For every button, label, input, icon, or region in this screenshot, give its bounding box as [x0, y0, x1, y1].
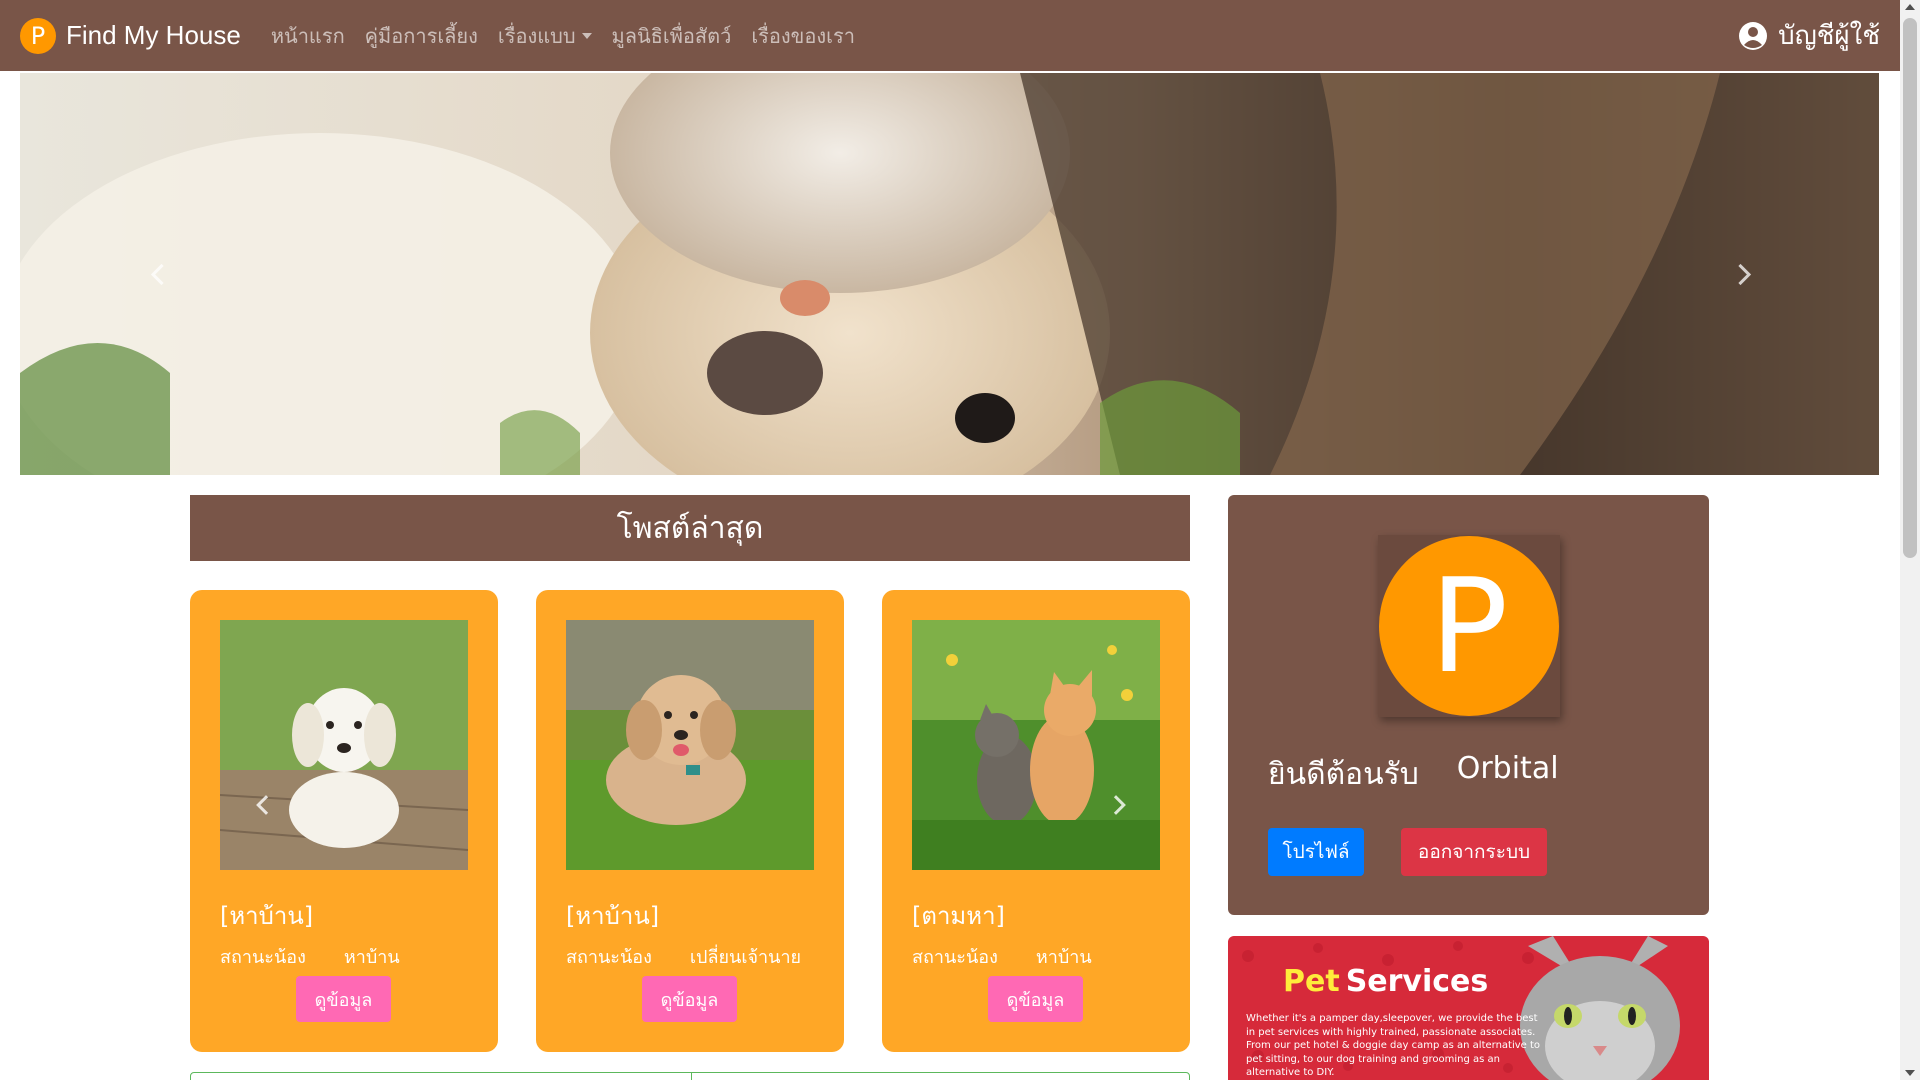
caret-down-icon — [581, 32, 592, 39]
ad-title: Pet Services — [1283, 964, 1488, 999]
post-card-image — [220, 620, 468, 870]
user-circle-icon — [1739, 21, 1768, 50]
pet-services-ad[interactable]: Pet Services Whether it's a pamper day,sl… — [1228, 936, 1709, 1080]
white-puppy-photo — [220, 620, 468, 870]
account-menu[interactable]: บัญชีผู้ใช้ — [1738, 0, 1880, 71]
welcome-message: ยินดีต้อนรับ Orbital — [1268, 751, 1559, 798]
post-status: สถานะน้อง หาบ้าน — [220, 942, 438, 971]
ad-title-services: Services — [1345, 964, 1489, 999]
post-tag: [หาบ้าน] — [566, 902, 660, 930]
nav-item-label: เรื่องแบบ — [497, 23, 576, 48]
username: Orbital — [1456, 751, 1559, 786]
ad-body-text: Whether it's a pamper day,sleepover, we … — [1246, 1013, 1541, 1078]
post-card: [ตามหา] สถานะน้อง หาบ้าน ดูข้อมูล — [882, 590, 1190, 1052]
navbar: P Find My House หน้าแรก คู่มือการเลี้ยง … — [0, 0, 1900, 71]
post-status-value: หาบ้าน — [343, 947, 400, 968]
latest-posts-carousel: [หาบ้าน] สถานะน้อง หาบ้าน ดูข้อมูล [หาบ้… — [190, 590, 1190, 1052]
post-tag: [ตามหา] — [912, 902, 1005, 930]
post-status: สถานะน้อง หาบ้าน — [912, 942, 1130, 971]
profile-panel: P ยินดีต้อนรับ Orbital โปรไฟล์ ออกจากระบ… — [1228, 495, 1709, 915]
kittens-in-grass-photo — [912, 620, 1160, 870]
posts-next-icon[interactable] — [1105, 795, 1125, 815]
ad-title-pet: Pet — [1283, 964, 1340, 999]
nav-links: หน้าแรก คู่มือการเลี้ยง เรื่องแบบ มูลนิธ… — [271, 20, 875, 52]
lower-section-box — [190, 1072, 1190, 1080]
post-card-image — [912, 620, 1160, 870]
nav-item-stories-dropdown[interactable]: เรื่องแบบ — [498, 20, 592, 52]
profile-button[interactable]: โปรไฟล์ — [1268, 828, 1364, 876]
nav-item-label: เรื่องของเรา — [751, 23, 855, 48]
brand-name: Find My House — [66, 20, 241, 50]
post-status: สถานะน้อง เปลี่ยนเจ้านาย — [566, 942, 839, 971]
nav-item-label: หน้าแรก — [270, 23, 345, 48]
post-status-label: สถานะน้อง — [566, 947, 652, 968]
post-status-label: สถานะน้อง — [912, 947, 998, 968]
hero-carousel — [20, 73, 1879, 475]
view-details-button[interactable]: ดูข้อมูล — [988, 976, 1083, 1022]
scroll-down-icon[interactable] — [1905, 1070, 1915, 1076]
nav-item-label: มูลนิธิเพื่อสัตว์ — [611, 23, 732, 48]
logout-button[interactable]: ออกจากระบบ — [1401, 828, 1547, 876]
posts-prev-icon[interactable] — [255, 795, 275, 815]
scroll-thumb[interactable] — [1903, 18, 1917, 558]
post-tag: [หาบ้าน] — [220, 902, 314, 930]
post-card: [หาบ้าน] สถานะน้อง เปลี่ยนเจ้านาย ดูข้อม… — [536, 590, 844, 1052]
nav-item-guide[interactable]: คู่มือการเลี้ยง — [365, 20, 478, 52]
nav-item-home[interactable]: หน้าแรก — [271, 20, 345, 52]
view-details-button[interactable]: ดูข้อมูล — [296, 976, 391, 1022]
welcome-label: ยินดีต้อนรับ — [1268, 757, 1419, 792]
post-card-image — [566, 620, 814, 870]
nav-item-about[interactable]: เรื่องของเรา — [751, 20, 855, 52]
carousel-next-icon[interactable] — [1729, 264, 1749, 284]
brand-link[interactable]: P Find My House — [20, 17, 241, 54]
scroll-up-icon[interactable] — [1905, 4, 1915, 10]
post-status-value: หาบ้าน — [1035, 947, 1092, 968]
brand-logo: P — [20, 17, 56, 54]
account-label: บัญชีผู้ใช้ — [1778, 21, 1880, 51]
carousel-prev-icon[interactable] — [150, 264, 170, 284]
page-scrollbar[interactable] — [1900, 0, 1920, 1080]
view-details-button[interactable]: ดูข้อมูล — [642, 976, 737, 1022]
hero-image — [20, 73, 1879, 475]
latest-posts-header: โพสต์ล่าสุด — [190, 495, 1190, 561]
post-card: [หาบ้าน] สถานะน้อง หาบ้าน ดูข้อมูล — [190, 590, 498, 1052]
post-status-label: สถานะน้อง — [220, 947, 306, 968]
avatar: P — [1379, 536, 1559, 716]
post-status-value: เปลี่ยนเจ้านาย — [689, 947, 802, 968]
nav-item-label: คู่มือการเลี้ยง — [364, 23, 478, 48]
avatar-frame: P — [1378, 535, 1560, 717]
poodle-on-grass-photo — [566, 620, 814, 870]
nav-item-foundation[interactable]: มูลนิธิเพื่อสัตว์ — [612, 20, 732, 52]
